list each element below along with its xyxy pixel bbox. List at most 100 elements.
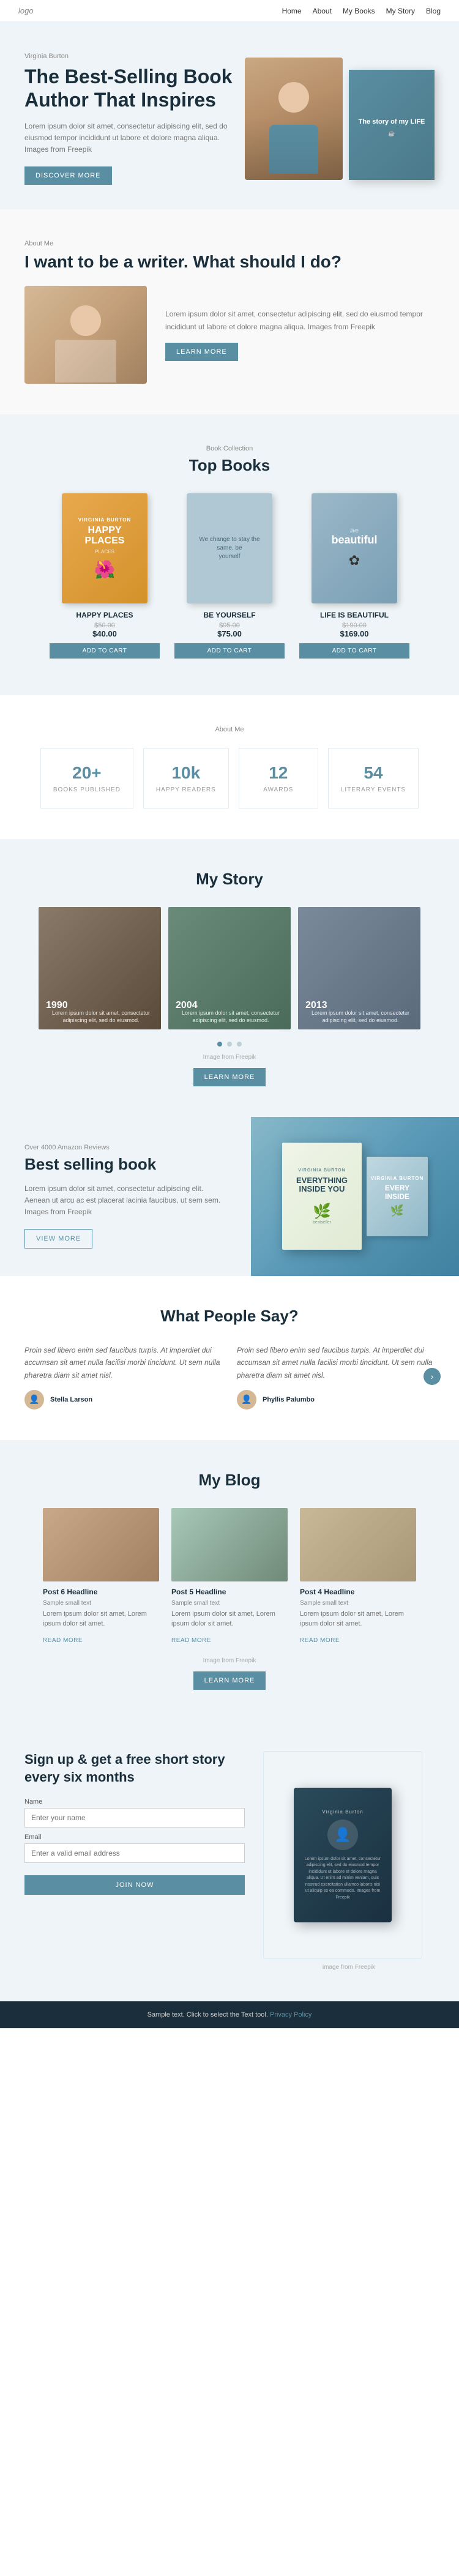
nav-home[interactable]: Home: [282, 7, 302, 15]
story-dot-1[interactable]: [217, 1042, 222, 1047]
signup-book-author: Virginia Burton: [322, 1809, 363, 1815]
book1-name: HAPPY PLACES: [50, 611, 160, 619]
stat-readers-label: HAPPY READERS: [156, 786, 216, 793]
testimonials-next-button[interactable]: ›: [424, 1368, 441, 1385]
blog-headline-post4: Post 4 Headline: [300, 1588, 416, 1596]
story-card-2004: 2004 Lorem ipsum dolor sit amet, consect…: [168, 907, 291, 1029]
book1-cover-sub: PLACES: [95, 549, 114, 554]
book3-add-to-cart-button[interactable]: ADD TO CART: [299, 643, 409, 659]
footer-privacy-link[interactable]: Privacy Policy: [270, 2011, 312, 2018]
nav-blog[interactable]: Blog: [426, 7, 441, 15]
writer-image: [24, 286, 147, 384]
story-section-title: My Story: [24, 870, 435, 889]
small-book-leaf-icon: 🌿: [390, 1204, 404, 1217]
big-book-leaf-icon: 🌿: [313, 1203, 331, 1220]
stat-events-label: LITERARY EVENTS: [341, 786, 406, 793]
nav-logo: logo: [18, 6, 34, 15]
stat-events-number: 54: [341, 763, 406, 783]
bestseller-title: Best selling book: [24, 1155, 226, 1174]
book3-price-new: $169.00: [299, 629, 409, 638]
blog-read-more-post4[interactable]: READ MORE: [300, 1637, 340, 1644]
blog-learn-more-button[interactable]: LEARN MORE: [193, 1671, 266, 1690]
small-book-cover: VIRGINIA BURTON EVERY INSIDE 🌿: [367, 1157, 428, 1236]
signup-name-input[interactable]: [24, 1808, 245, 1827]
book2-name: BE YOURSELF: [174, 611, 285, 619]
story-image-credit: Image from Freepik: [24, 1054, 435, 1061]
book1-author: VIRGINIA BURTON: [78, 517, 132, 523]
nav-my-books[interactable]: My Books: [343, 7, 375, 15]
blog-sample-label-post6: Sample small text: [43, 1600, 159, 1607]
nav-links: Home About My Books My Story Blog: [282, 7, 441, 15]
book2-add-to-cart-button[interactable]: ADD TO CART: [174, 643, 285, 659]
navigation: logo Home About My Books My Story Blog: [0, 0, 459, 22]
books-section-title: Top Books: [24, 456, 435, 475]
testimonial1-avatar: 👤: [24, 1390, 44, 1409]
signup-join-now-button[interactable]: JOIN NOW: [24, 1875, 245, 1895]
bestseller-view-more-button[interactable]: VIEW MORE: [24, 1229, 92, 1249]
blog-read-more-post6[interactable]: READ MORE: [43, 1637, 83, 1644]
testimonial2-text: Proin sed libero enim sed faucibus turpi…: [237, 1344, 435, 1381]
blog-card-post5: Post 5 Headline Sample small text Lorem …: [171, 1508, 288, 1645]
books-grid: VIRGINIA BURTON HAPPY PLACES PLACES 🌺 HA…: [24, 493, 435, 659]
big-book-sub: bestseller: [313, 1220, 331, 1225]
story-dot-3[interactable]: [237, 1042, 242, 1047]
story-dot-2[interactable]: [227, 1042, 232, 1047]
testimonials-grid: Proin sed libero enim sed faucibus turpi…: [24, 1344, 435, 1409]
nav-about[interactable]: About: [313, 7, 332, 15]
book3-price-old: $190.00: [299, 622, 409, 629]
blog-section: My Blog Post 6 Headline Sample small tex…: [0, 1440, 459, 1720]
book-card-life-is-beautiful: live beautiful ✿ LIFE IS BEAUTIFUL $190.…: [299, 493, 409, 659]
stat-books-number: 20+: [53, 763, 121, 783]
bestseller-text: Lorem ipsum dolor sit amet, consectetur …: [24, 1183, 226, 1219]
testimonials-section: What People Say? Proin sed libero enim s…: [0, 1276, 459, 1440]
book2-price-old: $95.00: [174, 622, 285, 629]
stat-readers-number: 10k: [156, 763, 216, 783]
signup-book-visual: Virginia Burton 👤 Lorem ipsum dolor sit …: [263, 1751, 422, 1959]
hero-author-portrait: [245, 58, 343, 180]
blog-section-title: My Blog: [24, 1471, 435, 1490]
stat-happy-readers: 10k HAPPY READERS: [143, 748, 229, 808]
book3-name: LIFE IS BEAUTIFUL: [299, 611, 409, 619]
writer-section-label: About Me: [24, 240, 435, 247]
writer-right: Lorem ipsum dolor sit amet, consectetur …: [165, 308, 435, 361]
hero-subtitle: Virginia Burton: [24, 53, 245, 60]
blog-text-post6: Lorem ipsum dolor sit amet, Lorem ipsum …: [43, 1609, 159, 1629]
hero-book-cover: The story of my LIFE ☕: [349, 70, 435, 180]
book1-price-old: $50.00: [50, 622, 160, 629]
signup-email-group: Email: [24, 1834, 245, 1863]
testimonial-card-2: Proin sed libero enim sed faucibus turpi…: [237, 1344, 435, 1409]
signup-name-label: Name: [24, 1798, 245, 1805]
story-desc-2013: Lorem ipsum dolor sit amet, consectetur …: [305, 1009, 416, 1025]
stats-section-label: About Me: [24, 726, 435, 733]
blog-grid: Post 6 Headline Sample small text Lorem …: [24, 1508, 435, 1645]
blog-card-post4: Post 4 Headline Sample small text Lorem …: [300, 1508, 416, 1645]
hero-title: The Best-Selling Book Author That Inspir…: [24, 65, 245, 112]
story-section: My Story 1990 Lorem ipsum dolor sit amet…: [0, 839, 459, 1117]
hero-right: The story of my LIFE ☕: [245, 58, 435, 180]
stats-grid: 20+ BOOKS PUBLISHED 10k HAPPY READERS 12…: [24, 748, 435, 808]
writer-section-title: I want to be a writer. What should I do?: [24, 251, 435, 273]
blog-card-post6: Post 6 Headline Sample small text Lorem …: [43, 1508, 159, 1645]
story-learn-more-button[interactable]: LEARN MORE: [193, 1068, 266, 1086]
nav-my-story[interactable]: My Story: [386, 7, 415, 15]
hero-cta-button[interactable]: DISCOVER MORE: [24, 166, 112, 185]
story-desc-1990: Lorem ipsum dolor sit amet, consectetur …: [46, 1009, 156, 1025]
small-book-author: VIRGINIA BURTON: [371, 1176, 424, 1181]
bestseller-reviews-label: Over 4000 Amazon Reviews: [24, 1144, 226, 1151]
book1-add-to-cart-button[interactable]: ADD TO CART: [50, 643, 160, 659]
hero-text: Lorem ipsum dolor sit amet, consectetur …: [24, 121, 245, 156]
blog-img-post6: [43, 1508, 159, 1581]
big-book-cover: VIRGINIA BURTON EVERYTHING INSIDE YOU 🌿 …: [282, 1143, 362, 1250]
stat-awards: 12 AWARDS: [239, 748, 318, 808]
signup-image-credit: image from Freepik: [263, 1964, 435, 1971]
hero-left: Virginia Burton The Best-Selling Book Au…: [24, 53, 245, 185]
testimonials-title: What People Say?: [24, 1307, 435, 1326]
hero-section: Virginia Burton The Best-Selling Book Au…: [0, 22, 459, 209]
blog-read-more-post5[interactable]: READ MORE: [171, 1637, 211, 1644]
writer-learn-more-button[interactable]: LEARN MORE: [165, 343, 238, 361]
writer-section: About Me I want to be a writer. What sho…: [0, 209, 459, 414]
signup-email-input[interactable]: [24, 1843, 245, 1863]
footer-text: Sample text. Click to select the Text to…: [147, 2011, 268, 2018]
testimonial1-author-info: 👤 Stella Larson: [24, 1390, 222, 1409]
bestseller-section: Over 4000 Amazon Reviews Best selling bo…: [0, 1117, 459, 1276]
